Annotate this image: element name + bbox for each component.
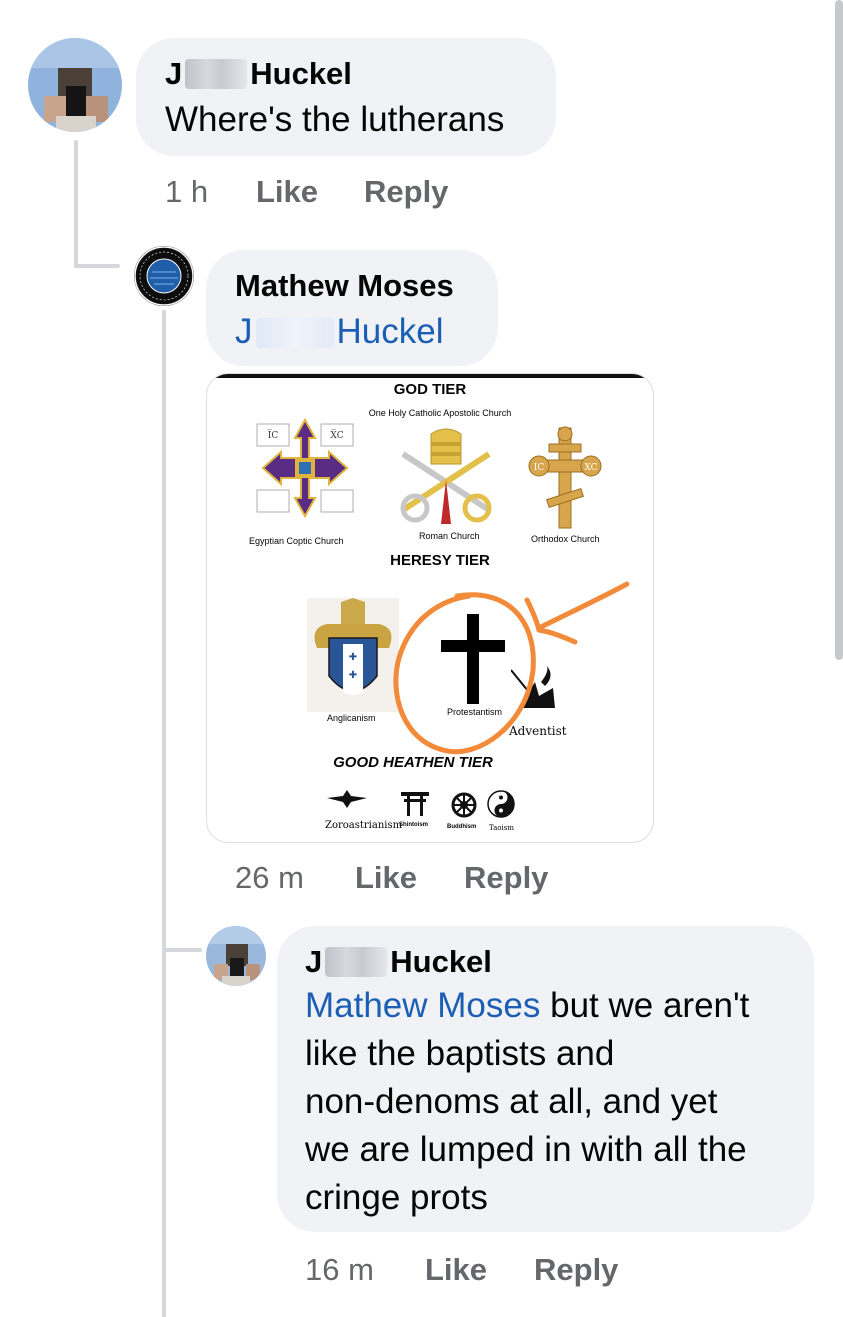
reply-button[interactable]: Reply xyxy=(534,1252,618,1288)
comment-text: Where's the lutherans xyxy=(165,100,505,139)
comment-text-line-4: we are lumped in with all the xyxy=(305,1130,747,1169)
mention-link[interactable]: J Huckel xyxy=(235,308,443,356)
reply-button[interactable]: Reply xyxy=(364,174,448,210)
thread-connector-2 xyxy=(162,948,202,952)
mention-first-initial: J xyxy=(235,312,253,351)
comment-text-line-3: non-denoms at all, and yet xyxy=(305,1082,718,1121)
like-button[interactable]: Like xyxy=(256,174,318,210)
author-last-name: Huckel xyxy=(250,56,352,91)
redacted-name-blur xyxy=(325,947,388,977)
comment-timestamp[interactable]: 1 h xyxy=(165,174,208,210)
comment-timestamp[interactable]: 16 m xyxy=(305,1252,374,1288)
like-button[interactable]: Like xyxy=(425,1252,487,1288)
scrollbar[interactable] xyxy=(835,0,843,660)
author-first-initial: J xyxy=(305,944,323,979)
comment-author[interactable]: Mathew Moses xyxy=(235,268,454,304)
comment-author[interactable]: J Huckel xyxy=(305,944,492,980)
reply-button[interactable]: Reply xyxy=(464,860,548,896)
author-last-name: Huckel xyxy=(390,944,492,979)
like-button[interactable]: Like xyxy=(355,860,417,896)
comment-author[interactable]: J Huckel xyxy=(165,56,352,92)
comment-text: but we aren't xyxy=(540,986,750,1025)
redacted-name-blur xyxy=(185,59,248,89)
comment-text-line-2: like the baptists and xyxy=(305,1034,615,1073)
comment-text-line-5: cringe prots xyxy=(305,1178,488,1217)
page-avatar[interactable] xyxy=(134,246,194,306)
attached-image[interactable]: GOD TIER One Holy Catholic Apostolic Chu… xyxy=(206,373,654,843)
avatar[interactable] xyxy=(206,926,266,986)
thread-connector-1 xyxy=(74,264,120,268)
redacted-name-blur xyxy=(255,318,334,348)
annotation-circle-arrow xyxy=(207,374,653,842)
comment-timestamp[interactable]: 26 m xyxy=(235,860,304,896)
mention-last-name: Huckel xyxy=(336,312,444,351)
author-first-initial: J xyxy=(165,56,183,91)
comment-text-line-1: Mathew Moses but we aren't xyxy=(305,982,749,1030)
thread-line-reply xyxy=(162,310,166,1317)
avatar[interactable] xyxy=(28,38,122,132)
mention-link[interactable]: Mathew Moses xyxy=(305,986,540,1025)
thread-line-main xyxy=(74,140,78,268)
